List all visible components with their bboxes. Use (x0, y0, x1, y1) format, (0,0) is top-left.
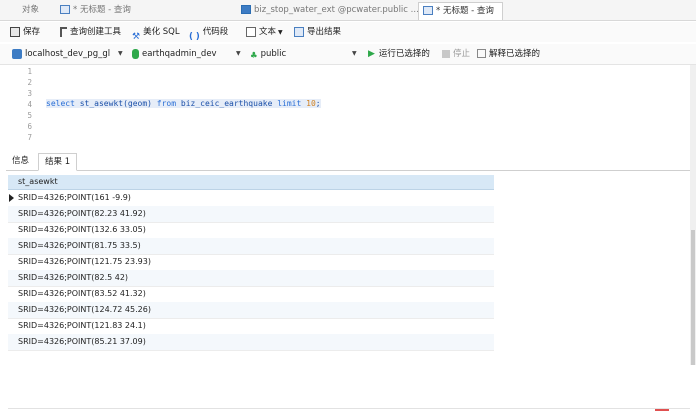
chevron-down-icon: ▼ (236, 50, 241, 57)
export-icon (294, 26, 304, 37)
play-icon: ▶ (368, 49, 375, 59)
save-icon (10, 26, 20, 37)
explain-selected-button[interactable]: 解释已选择的 (477, 47, 540, 61)
table-row[interactable]: SRID=4326;POINT(121.83 24.1) (8, 318, 494, 335)
explain-icon (477, 49, 486, 58)
run-selected-button[interactable]: ▶ 运行已选择的 (368, 47, 430, 61)
table-row[interactable]: SRID=4326;POINT(161 -9.9) (8, 190, 494, 207)
stop-button[interactable]: 停止 (442, 47, 470, 61)
tab-biz-stop-water-ext[interactable]: biz_stop_water_ext @pcwater.public ... (241, 2, 419, 19)
parentheses-icon: ( ) (189, 31, 200, 42)
line-number: 6 (27, 122, 32, 131)
table-row[interactable]: SRID=4326;POINT(82.5 42) (8, 270, 494, 287)
database-icon (132, 48, 139, 59)
line-number: 1 (27, 67, 32, 76)
chevron-down-icon: ▼ (352, 50, 357, 57)
table-icon (241, 5, 251, 14)
schema-icon: ♣ (250, 50, 258, 61)
tab-untitled-query-active[interactable]: * 无标题 - 查询 (418, 2, 503, 20)
tab-untitled-query-1[interactable]: * 无标题 - 查询 (60, 2, 131, 19)
schema-select[interactable]: ♣ public ▼ (250, 47, 360, 61)
line-number: 7 (27, 133, 32, 142)
table-row[interactable]: SRID=4326;POINT(124.72 45.26) (8, 302, 494, 319)
line-number: 5 (27, 111, 32, 120)
builder-icon (60, 26, 67, 37)
tab-info[interactable]: 信息 (6, 153, 35, 169)
text-button[interactable]: 文本 ▼ (246, 22, 283, 42)
chevron-down-icon: ▼ (278, 29, 283, 36)
line-number: 3 (27, 89, 32, 98)
query-icon (60, 5, 70, 14)
database-select[interactable]: earthqadmin_dev ▼ (132, 47, 244, 61)
table-row[interactable]: SRID=4326;POINT(132.6 33.05) (8, 222, 494, 239)
sql-statement[interactable]: select st_asewkt(geom) from biz_ceic_ear… (46, 99, 321, 108)
document-icon (246, 26, 256, 37)
query-icon (423, 6, 433, 15)
line-number: 2 (27, 78, 32, 87)
result-tab-bar: 信息 结果 1 (6, 152, 690, 171)
vertical-scrollbar[interactable] (690, 65, 696, 365)
beautify-sql-button[interactable]: ⚒ 美化 SQL (132, 22, 180, 42)
server-icon (12, 48, 22, 59)
save-button[interactable]: 保存 (10, 22, 40, 42)
magic-wand-icon: ⚒ (132, 31, 141, 42)
chevron-down-icon: ▼ (118, 50, 123, 57)
scrollbar-thumb[interactable] (691, 230, 695, 365)
table-row[interactable]: SRID=4326;POINT(85.21 37.09) (8, 334, 494, 351)
document-tab-bar: 对象 * 无标题 - 查询 biz_stop_water_ext @pcwate… (0, 0, 696, 21)
status-indicator (655, 409, 669, 411)
table-row[interactable]: SRID=4326;POINT(121.75 23.93) (8, 254, 494, 271)
tab-result-1[interactable]: 结果 1 (38, 153, 78, 171)
connection-bar: localhost_dev_pg_gl ▼ earthqadmin_dev ▼ ♣ p… (0, 44, 696, 65)
server-select[interactable]: localhost_dev_pg_gl ▼ (12, 47, 124, 61)
code-snippet-button[interactable]: ( ) 代码段 (189, 22, 228, 42)
query-toolbar: 保存 查询创建工具 ⚒ 美化 SQL ( ) 代码段 文本 ▼ 导出结果 (0, 22, 696, 42)
table-row[interactable]: SRID=4326;POINT(83.52 41.32) (8, 286, 494, 303)
table-row[interactable]: SRID=4326;POINT(82.23 41.92) (8, 206, 494, 223)
stop-icon (442, 49, 450, 58)
sql-editor[interactable]: 1 2 3 4 5 6 7 select st_asewkt(geom) fro… (0, 65, 690, 151)
current-row-arrow-icon (9, 194, 14, 202)
query-builder-button[interactable]: 查询创建工具 (60, 22, 121, 42)
export-result-button[interactable]: 导出结果 (294, 22, 341, 42)
table-row[interactable]: SRID=4326;POINT(81.75 33.5) (8, 238, 494, 255)
line-number: 4 (27, 100, 32, 109)
divider (8, 408, 690, 409)
tab-objects[interactable]: 对象 (22, 2, 39, 19)
column-header-st-asewkt[interactable]: st_asewkt (8, 175, 494, 190)
